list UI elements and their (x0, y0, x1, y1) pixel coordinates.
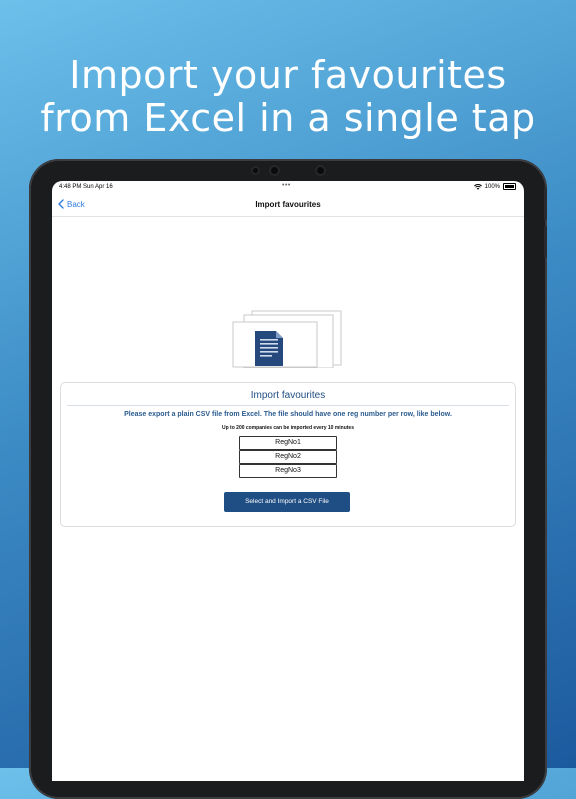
multitasking-dots: ••• (282, 182, 291, 189)
import-card: Import favourites Please export a plain … (60, 382, 516, 527)
battery-icon (503, 183, 516, 190)
example-row: RegNo1 (239, 436, 337, 450)
camera-icon (271, 167, 278, 174)
card-title: Import favourites (250, 390, 326, 401)
card-description: Please export a plain CSV file from Exce… (124, 411, 452, 418)
card-divider (67, 405, 509, 406)
marketing-headline: Import your favourites from Excel in a s… (0, 54, 576, 140)
camera-lens-icon (317, 167, 324, 174)
page-title: Import favourites (255, 200, 321, 209)
sensor-icon (253, 168, 258, 173)
import-csv-button[interactable]: Select and Import a CSV File (224, 492, 350, 512)
headline-line-1: Import your favourites (69, 53, 507, 97)
headline-line-2: from Excel in a single tap (40, 96, 536, 140)
navigation-bar: Back Import favourites (52, 193, 524, 217)
example-row: RegNo2 (239, 450, 337, 464)
tablet-screen: 4:48 PM Sun Apr 16 ••• 100% Back Import … (52, 181, 524, 781)
volume-button (544, 226, 547, 258)
battery-percent: 100% (484, 183, 500, 190)
import-limit-note: Up to 200 companies can be imported ever… (222, 425, 354, 431)
volume-button (544, 188, 547, 220)
document-stack-icon (232, 310, 342, 368)
status-bar: 4:48 PM Sun Apr 16 ••• 100% (52, 181, 524, 193)
wifi-icon (473, 183, 482, 190)
example-row: RegNo3 (239, 464, 337, 478)
status-right: 100% (473, 183, 516, 190)
status-time: 4:48 PM Sun Apr 16 (59, 184, 113, 190)
